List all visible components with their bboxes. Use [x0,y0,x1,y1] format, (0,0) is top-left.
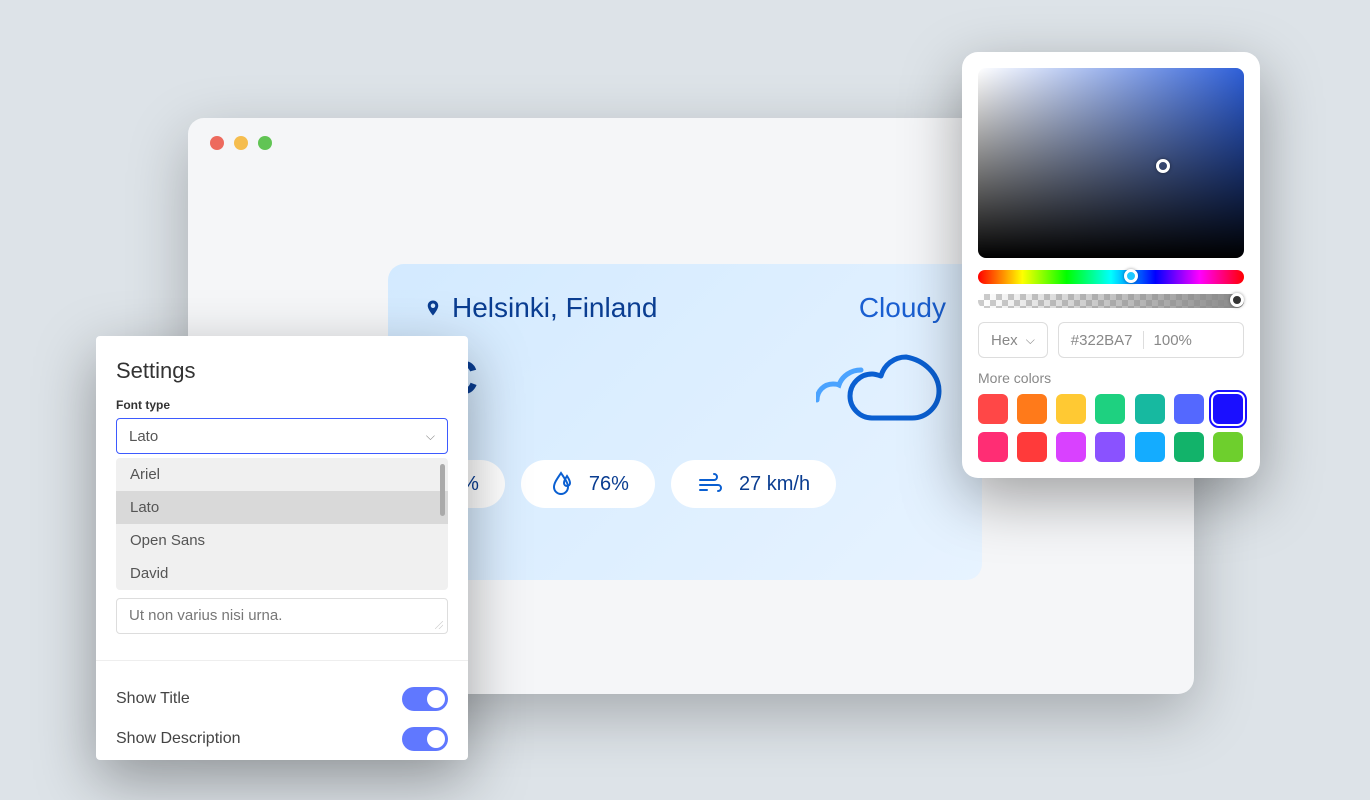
color-swatch[interactable] [1017,394,1047,424]
color-swatch[interactable] [1095,432,1125,462]
close-window-button[interactable] [210,136,224,150]
more-colors-label: More colors [978,370,1244,386]
divider [96,660,468,661]
color-swatches [978,394,1244,462]
chevron-down-icon: ⌵ [1026,333,1035,348]
hue-slider[interactable] [978,270,1244,284]
separator [1143,331,1144,349]
color-swatch[interactable] [1174,432,1204,462]
weather-stats: 7% 76% 27 km/h [424,460,946,508]
wind-value: 27 km/h [739,473,810,496]
textarea-content: Ut non varius nisi urna. [129,607,282,624]
location-name: Helsinki, Finland [452,292,657,324]
wind-icon [697,470,725,498]
color-swatch[interactable] [1174,394,1204,424]
show-title-label: Show Title [116,690,190,708]
dropdown-scrollbar[interactable] [440,464,445,516]
color-swatch[interactable] [1213,394,1243,424]
chevron-down-icon: ⌵ [426,429,435,444]
humidity-stat: 76% [521,460,655,508]
saturation-field[interactable] [978,68,1244,258]
description-textarea[interactable]: Ut non varius nisi urna. [116,598,448,634]
maximize-window-button[interactable] [258,136,272,150]
font-selected-value: Lato [129,428,158,445]
color-swatch[interactable] [1017,432,1047,462]
color-swatch[interactable] [978,432,1008,462]
humidity-icon [547,470,575,498]
cloud-icon [816,332,946,424]
font-option[interactable]: Open Sans [116,524,448,557]
color-swatch[interactable] [1095,394,1125,424]
format-label: Hex [991,332,1018,349]
hue-cursor[interactable] [1124,269,1138,283]
weather-condition: Cloudy [859,292,946,324]
color-swatch[interactable] [1135,394,1165,424]
wind-stat: 27 km/h [671,460,836,508]
weather-card: Helsinki, Finland Cloudy °C 7% 76% 27 km… [388,264,982,580]
hex-input[interactable]: #322BA7 100% [1058,322,1244,358]
color-swatch[interactable] [1056,432,1086,462]
settings-panel: Settings Font type Lato ⌵ Ariel Lato Ope… [96,336,468,760]
humidity-value: 76% [589,473,629,496]
saturation-cursor[interactable] [1156,159,1170,173]
font-option[interactable]: Lato [116,491,448,524]
font-option[interactable]: Ariel [116,458,448,491]
color-swatch[interactable] [1213,432,1243,462]
font-option[interactable]: David [116,557,448,590]
show-description-toggle[interactable] [402,727,448,751]
color-swatch[interactable] [978,394,1008,424]
location-block: Helsinki, Finland [424,292,657,324]
color-picker-panel: Hex ⌵ #322BA7 100% More colors [962,52,1260,478]
alpha-value: 100% [1154,332,1192,349]
show-description-row: Show Description [116,719,448,759]
alpha-cursor[interactable] [1230,293,1244,307]
show-title-toggle[interactable] [402,687,448,711]
hex-value: #322BA7 [1071,332,1133,349]
location-pin-icon [424,296,442,320]
font-type-label: Font type [116,398,448,412]
window-controls [210,136,272,150]
font-dropdown: Ariel Lato Open Sans David [116,458,448,590]
show-title-row: Show Title [116,679,448,719]
settings-title: Settings [116,358,448,384]
alpha-slider[interactable] [978,294,1244,308]
show-description-label: Show Description [116,730,241,748]
font-type-select[interactable]: Lato ⌵ [116,418,448,454]
color-swatch[interactable] [1135,432,1165,462]
minimize-window-button[interactable] [234,136,248,150]
color-format-select[interactable]: Hex ⌵ [978,322,1048,358]
color-swatch[interactable] [1056,394,1086,424]
